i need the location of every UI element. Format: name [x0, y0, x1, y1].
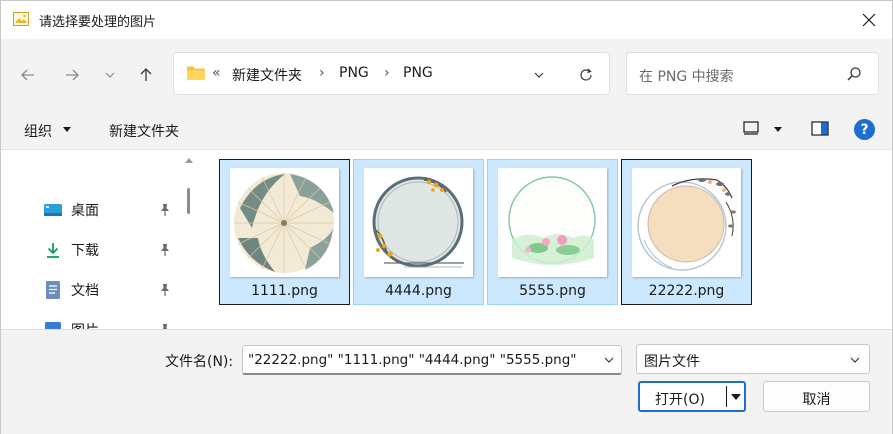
chevron-down-icon [850, 357, 860, 363]
arrow-left-icon [21, 69, 34, 81]
search-placeholder: 在 PNG 中搜索 [639, 69, 734, 85]
view-mode-icon[interactable] [743, 121, 759, 135]
file-name: 22222.png [648, 283, 725, 299]
back-button[interactable] [14, 61, 42, 89]
file-type-value: 图片文件 [644, 354, 700, 370]
open-button[interactable]: 打开(O) [638, 381, 746, 412]
file-tile[interactable]: 4444.png [353, 159, 484, 305]
scroll-up-arrow-icon[interactable] [185, 158, 193, 163]
cancel-button[interactable]: 取消 [763, 381, 870, 412]
breadcrumb-item[interactable]: PNG [403, 65, 433, 81]
address-history-button[interactable] [528, 64, 550, 86]
search-input[interactable]: 在 PNG 中搜索 [626, 52, 879, 95]
desktop-icon [43, 200, 63, 220]
file-name: 1111.png [251, 283, 318, 299]
window-title: 请选择要处理的图片 [39, 15, 157, 30]
filename-input[interactable]: "22222.png" "1111.png" "4444.png" "5555.… [242, 345, 622, 375]
search-icon [847, 67, 861, 81]
split-divider [726, 386, 727, 407]
sidebar-item-label: 文档 [71, 283, 99, 299]
file-tile[interactable]: 1111.png [219, 159, 350, 305]
breadcrumb-item[interactable]: 新建文件夹 [232, 65, 302, 85]
breadcrumb-overflow[interactable]: « [212, 65, 221, 81]
navigation-bar: « 新建文件夹 › PNG › PNG 在 PNG 中搜索 [1, 39, 892, 109]
sidebar-item-label: 图片 [71, 320, 99, 329]
organize-menu[interactable]: 组织 [24, 121, 52, 141]
documents-icon [43, 280, 63, 300]
dialog-footer: 文件名(N): "22222.png" "1111.png" "4444.png… [1, 329, 892, 434]
navigation-pane: 桌面 下载 文档 [1, 149, 182, 329]
up-button[interactable] [132, 61, 160, 89]
pin-icon[interactable] [158, 243, 172, 257]
address-bar[interactable]: « 新建文件夹 › PNG › PNG [173, 52, 610, 95]
image-thumbnail [230, 168, 339, 277]
command-toolbar: 组织 新建文件夹 ? [1, 109, 892, 149]
close-button[interactable] [856, 7, 882, 33]
sidebar-item-label: 桌面 [71, 203, 99, 219]
refresh-icon [580, 68, 592, 81]
app-image-icon [13, 12, 29, 26]
sidebar-item-label: 下载 [71, 243, 99, 259]
breadcrumb-separator: › [319, 65, 325, 81]
image-thumbnail [498, 168, 607, 277]
pictures-icon [43, 320, 63, 329]
chevron-down-icon [534, 72, 544, 78]
breadcrumb-separator: › [384, 65, 390, 81]
open-button-label: 打开(O) [655, 392, 705, 408]
help-icon[interactable]: ? [854, 119, 875, 140]
file-tile[interactable]: 5555.png [487, 159, 618, 305]
title-bar: 请选择要处理的图片 [1, 1, 892, 39]
filename-value: "22222.png" "1111.png" "4444.png" "5555.… [248, 352, 577, 368]
scroll-thumb[interactable] [187, 188, 190, 214]
navigation-pane-scrollbar[interactable] [182, 149, 196, 329]
file-tile[interactable]: 22222.png [621, 159, 752, 305]
chevron-down-icon [105, 72, 115, 78]
image-thumbnail [364, 168, 473, 277]
folder-icon [187, 66, 205, 80]
arrow-right-icon [66, 69, 79, 81]
refresh-button[interactable] [575, 64, 597, 86]
forward-button[interactable] [58, 61, 86, 89]
chevron-down-icon[interactable] [603, 354, 615, 366]
image-thumbnail [632, 168, 741, 277]
recent-locations-button[interactable] [96, 61, 124, 89]
new-folder-button[interactable]: 新建文件夹 [109, 121, 179, 141]
organize-caret-icon [63, 127, 71, 132]
file-list: 1111.png 4444.png 5555.png 22222.png [196, 149, 892, 329]
pin-icon[interactable] [158, 203, 172, 217]
preview-pane-icon[interactable] [811, 121, 829, 136]
filename-label: 文件名(N): [165, 354, 234, 370]
view-options-caret-icon[interactable] [774, 127, 782, 132]
file-name: 5555.png [519, 283, 586, 299]
arrow-up-icon [140, 68, 152, 81]
breadcrumb-item[interactable]: PNG [339, 65, 369, 81]
download-icon [43, 240, 63, 260]
file-open-dialog: 请选择要处理的图片 « 新建文件夹 › PNG › PNG 在 PNG 中搜索 … [0, 0, 893, 434]
file-name: 4444.png [385, 283, 452, 299]
open-options-caret-icon[interactable] [731, 394, 741, 400]
close-icon [862, 13, 876, 27]
cancel-button-label: 取消 [802, 392, 831, 408]
pin-icon[interactable] [158, 283, 172, 297]
file-type-select[interactable]: 图片文件 [636, 344, 870, 374]
